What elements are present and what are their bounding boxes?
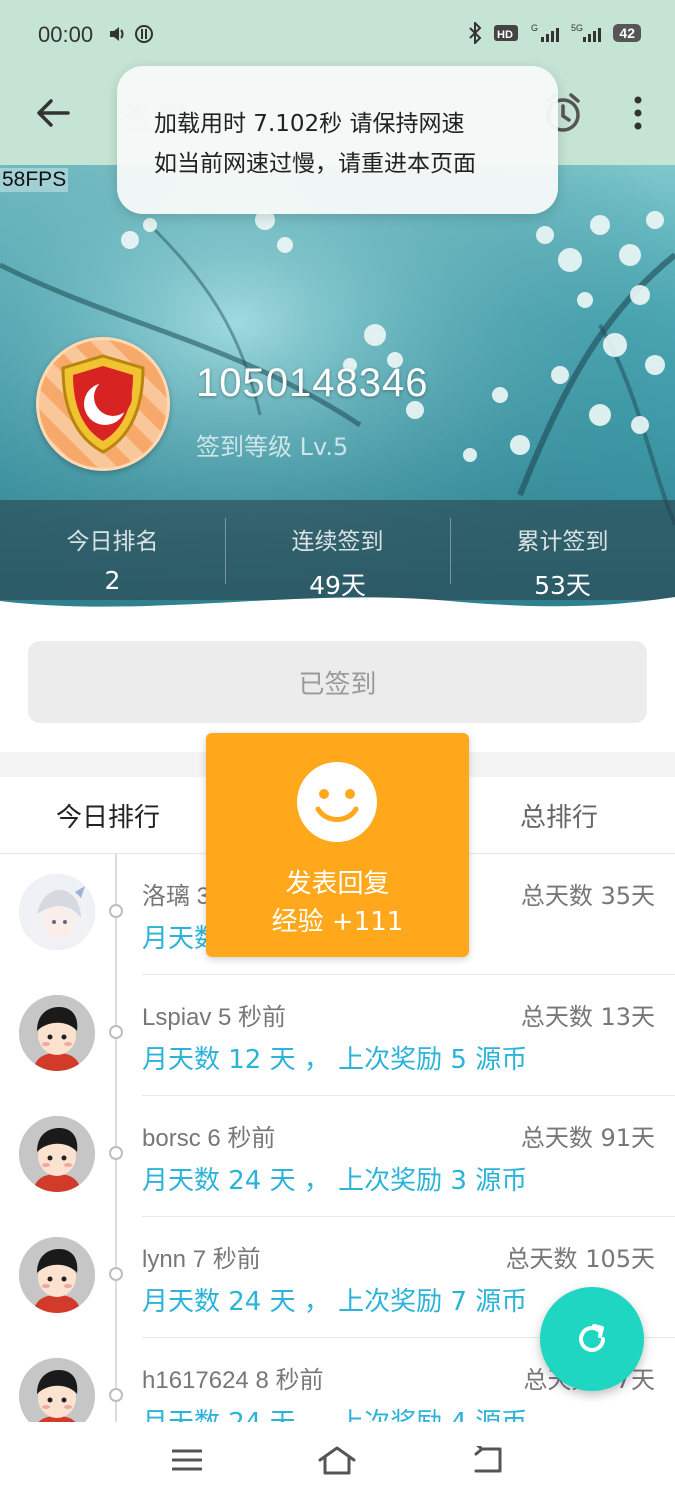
user-name-time: h1617624 8 秒前 bbox=[142, 1367, 324, 1394]
svg-text:HD: HD bbox=[497, 29, 513, 41]
timeline-dot bbox=[109, 1267, 123, 1281]
list-item[interactable]: Lspiav 5 秒前 总天数 13天 月天数 12 天 ， 上次奖励 5 源币 bbox=[0, 975, 675, 1096]
status-bar: 00:00 HD G 5G 42 bbox=[0, 0, 675, 72]
battery-level: 42 bbox=[613, 24, 641, 42]
sign-level: 签到等级 Lv.5 bbox=[196, 433, 349, 461]
volume-icon bbox=[110, 27, 124, 41]
profile-hero: 1050148346 签到等级 Lv.5 今日排名 2 连续签到 49天 累计签… bbox=[0, 165, 675, 615]
timeline-dot bbox=[109, 1388, 123, 1402]
arrow-left-icon bbox=[37, 99, 70, 127]
home-icon bbox=[318, 1446, 356, 1475]
load-time-toast: 加载用时 7.102秒 请保持网速 如当前网速过慢，请重进本页面 bbox=[117, 66, 558, 214]
stat-cumulative: 累计签到 53天 bbox=[450, 500, 675, 600]
signed-button[interactable]: 已签到 bbox=[28, 641, 647, 723]
total-days: 总天数 13天 bbox=[520, 1003, 655, 1031]
more-options-button[interactable] bbox=[615, 88, 661, 138]
refresh-button[interactable] bbox=[540, 1287, 644, 1391]
stat-label: 累计签到 bbox=[516, 529, 609, 555]
nav-home-button[interactable] bbox=[312, 1440, 362, 1480]
system-nav-bar bbox=[0, 1422, 675, 1500]
total-days: 总天数 35天 bbox=[520, 882, 655, 910]
fps-counter: 58FPS bbox=[0, 168, 69, 192]
user-name-time: borsc 6 秒前 bbox=[142, 1125, 276, 1152]
total-days: 总天数 91天 bbox=[520, 1124, 655, 1152]
tab-total-ranking[interactable]: 总排行 bbox=[520, 797, 598, 834]
toast-line-1: 加载用时 7.102秒 请保持网速 bbox=[154, 111, 465, 137]
total-days: 总天数 105天 bbox=[505, 1245, 655, 1273]
signal-5g-icon: 5G bbox=[571, 23, 602, 42]
avatar bbox=[19, 1358, 95, 1422]
profile-avatar[interactable] bbox=[36, 337, 170, 471]
more-vertical-icon bbox=[634, 96, 642, 130]
menu-icon bbox=[172, 1449, 202, 1471]
back-button[interactable] bbox=[28, 88, 78, 138]
bluetooth-icon bbox=[469, 22, 482, 44]
anime-avatar-icon bbox=[19, 874, 95, 950]
exp-reward-popup: 发表回复 经验 +111 bbox=[206, 733, 469, 957]
timeline-dot bbox=[109, 1146, 123, 1160]
user-name-time: lynn 7 秒前 bbox=[142, 1246, 261, 1273]
nav-back-button[interactable] bbox=[462, 1440, 512, 1480]
stat-today-rank: 今日排名 2 bbox=[0, 500, 225, 600]
month-reward-detail: 月天数 24 天 ， 上次奖励 7 源币 bbox=[142, 1287, 528, 1317]
stat-label: 连续签到 bbox=[291, 529, 384, 555]
stat-consecutive: 连续签到 49天 bbox=[225, 500, 450, 600]
status-left-icons bbox=[108, 24, 154, 44]
tab-today-ranking[interactable]: 今日排行 bbox=[56, 797, 160, 834]
status-right-icons: HD G 5G 42 bbox=[467, 22, 641, 44]
vpn-icon bbox=[135, 25, 153, 43]
month-reward-detail: 月天数 24 天 ， 上次奖励 4 源币 bbox=[142, 1402, 527, 1422]
month-reward-detail: 月天数 12 天 ， 上次奖励 5 源币 bbox=[142, 1045, 528, 1075]
month-reward-detail: 月天数 24 天 ， 上次奖励 3 源币 bbox=[142, 1166, 528, 1196]
user-name-time: Lspiav 5 秒前 bbox=[142, 1004, 287, 1031]
hero-wave bbox=[0, 597, 675, 615]
toast-line-2: 如当前网速过慢，请重进本页面 bbox=[154, 151, 476, 177]
back-icon bbox=[474, 1446, 502, 1473]
nav-menu-button[interactable] bbox=[162, 1440, 212, 1480]
default-avatar-icon bbox=[19, 1116, 95, 1192]
signal-icon: G bbox=[531, 23, 560, 42]
username: 1050148346 bbox=[196, 361, 429, 405]
exp-popup-title: 发表回复 bbox=[285, 869, 390, 899]
timeline-dot bbox=[109, 1025, 123, 1039]
stat-label: 今日排名 bbox=[66, 529, 159, 555]
status-time: 00:00 bbox=[38, 22, 94, 47]
default-avatar-icon bbox=[19, 1237, 95, 1313]
shield-moon-icon bbox=[61, 354, 145, 454]
refresh-icon bbox=[579, 1324, 605, 1352]
default-avatar-icon bbox=[19, 995, 95, 1071]
avatar bbox=[19, 1116, 95, 1192]
avatar bbox=[19, 1237, 95, 1313]
sign-in-page: 00:00 HD G 5G 42 签到 58FPS bbox=[0, 0, 675, 1500]
svg-text:G: G bbox=[531, 23, 538, 33]
stats-bar: 今日排名 2 连续签到 49天 累计签到 53天 bbox=[0, 500, 675, 600]
avatar bbox=[19, 995, 95, 1071]
list-item[interactable]: borsc 6 秒前 总天数 91天 月天数 24 天 ， 上次奖励 3 源币 bbox=[0, 1096, 675, 1217]
smile-icon bbox=[297, 762, 377, 842]
exp-popup-value: 经验 +111 bbox=[271, 907, 404, 937]
default-avatar-icon bbox=[19, 1358, 95, 1422]
avatar bbox=[19, 874, 95, 950]
timeline-dot bbox=[109, 904, 123, 918]
svg-text:5G: 5G bbox=[571, 23, 583, 33]
hd-icon: HD bbox=[494, 25, 519, 41]
user-name-time: 洛璃 3 bbox=[142, 883, 211, 910]
